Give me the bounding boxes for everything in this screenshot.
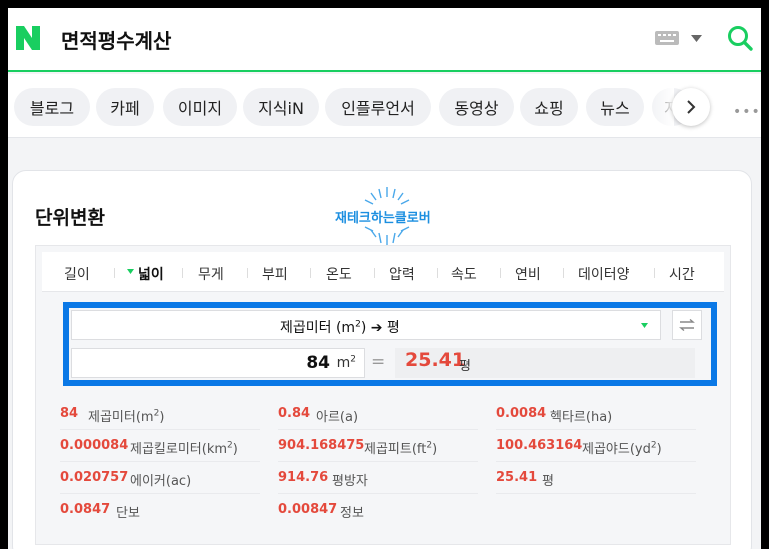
unit-tab-weight[interactable]: 무게 (198, 264, 224, 284)
result-value: 25.41 (405, 349, 466, 371)
conversion-results: 84 제곱미터(m2) 0.000084 제곱킬로미터(km2) 0.02075… (36, 392, 732, 544)
search-query[interactable]: 면적평수계산 (61, 25, 171, 54)
result-row: 0.0084 헥타르(ha) (496, 398, 696, 430)
result-row: 0.020757 에이커(ac) (60, 462, 260, 494)
divider (310, 268, 311, 278)
result-row-unit: 단보 (116, 506, 140, 521)
result-row: 0.000084 제곱킬로미터(km2) (60, 430, 260, 462)
result-row-value: 914.76 (278, 470, 329, 485)
result-output: 25.41 평 (395, 348, 695, 378)
divider (500, 268, 501, 278)
divider (563, 268, 564, 278)
unit-tab-area[interactable]: 넓이 (138, 264, 164, 284)
unit-tab-speed[interactable]: 속도 (451, 264, 477, 284)
unit-tab-pressure[interactable]: 압력 (389, 264, 415, 284)
value-input[interactable]: 84 m2 (71, 348, 365, 378)
search-icon[interactable] (726, 24, 754, 52)
result-row-unit: 아르(a) (316, 410, 359, 425)
input-unit: m2 (336, 354, 356, 371)
result-row-unit: 제곱미터(m2) (88, 408, 165, 425)
unit-category-tabs: 길이 넓이 무게 부피 온도 압력 속도 연비 데이터양 시간 (42, 252, 724, 292)
result-row: 25.41 평 (496, 462, 696, 494)
unit-tab-data[interactable]: 데이터양 (578, 264, 630, 284)
result-unit: 평 (459, 359, 471, 374)
result-row: 0.00847 정보 (278, 494, 478, 526)
tab-shopping[interactable]: 쇼핑 (520, 88, 578, 126)
input-value: 84 (306, 353, 330, 373)
result-row-value: 0.0084 (496, 406, 547, 421)
result-row-value: 25.41 (496, 470, 538, 485)
divider (654, 268, 655, 278)
result-row-unit: 제곱킬로미터(km2) (130, 440, 238, 457)
result-row-value: 84 (60, 406, 79, 421)
result-row-value: 0.020757 (60, 470, 129, 485)
more-icon[interactable]: ••• (733, 104, 761, 120)
naver-logo[interactable] (14, 24, 42, 52)
equals-sign: = (371, 352, 386, 372)
unit-tab-temperature[interactable]: 온도 (326, 264, 352, 284)
tab-kin[interactable]: 지식iN (243, 88, 319, 126)
tab-blog[interactable]: 블로그 (14, 88, 90, 126)
tabs-fade (648, 88, 674, 126)
converter-panel: 길이 넓이 무게 부피 온도 압력 속도 연비 데이터양 시간 제곱미터 (m2… (35, 245, 731, 545)
result-row-value: 100.463164 (496, 438, 583, 453)
search-tabs: 블로그 카페 이미지 지식iN 인플루언서 동영상 쇼핑 뉴스 지 (8, 74, 761, 138)
divider (182, 268, 183, 278)
tab-video[interactable]: 동영상 (439, 88, 514, 126)
unit-tab-volume[interactable]: 부피 (262, 264, 288, 284)
unit-tab-time[interactable]: 시간 (669, 264, 695, 284)
tab-image[interactable]: 이미지 (163, 88, 237, 126)
search-header: 면적평수계산 (8, 8, 761, 72)
active-tab-caret-icon (127, 269, 134, 274)
chevron-down-icon[interactable] (691, 35, 702, 42)
result-row: 100.463164 제곱야드(yd2) (496, 430, 696, 462)
swap-units-button[interactable] (672, 310, 702, 340)
tab-news[interactable]: 뉴스 (586, 88, 644, 126)
result-row-value: 0.84 (278, 406, 311, 421)
chevron-right-icon (687, 100, 696, 114)
divider (114, 268, 115, 278)
arrow-right-icon: ➔ (370, 320, 383, 336)
divider (374, 268, 375, 278)
result-row-value: 0.000084 (60, 438, 129, 453)
chevron-down-icon (641, 323, 648, 328)
result-row-unit: 제곱야드(yd2) (582, 440, 662, 457)
watermark-text: 재테크하는클로버 (335, 211, 431, 226)
result-row-unit: 헥타르(ha) (550, 410, 613, 425)
result-row-unit: 평방자 (332, 474, 368, 489)
page-frame: 면적평수계산 블로그 카페 이미지 지식iN 인플루언서 동영상 쇼핑 뉴스 지 (8, 8, 761, 549)
result-row: 0.84 아르(a) (278, 398, 478, 430)
unit-select[interactable]: 제곱미터 (m2) ➔ 평 (71, 310, 661, 340)
result-row-value: 0.0847 (60, 502, 111, 517)
unit-tab-length[interactable]: 길이 (64, 264, 90, 284)
conversion-highlight: 제곱미터 (m2) ➔ 평 84 m2 = 25.41 평 (63, 302, 717, 386)
unit-tab-fuel[interactable]: 연비 (515, 264, 541, 284)
unit-converter-card: 단위변환 재테크하는클로버 길이 넓이 무게 부피 온도 압력 속도 연비 데이… (12, 170, 752, 549)
divider (247, 268, 248, 278)
result-row: 84 제곱미터(m2) (60, 398, 260, 430)
unit-select-label: 제곱미터 (m2) ➔ 평 (280, 319, 400, 336)
tab-influencer[interactable]: 인플루언서 (325, 88, 431, 126)
swap-icon (679, 319, 695, 331)
result-row-value: 0.00847 (278, 502, 338, 517)
result-row: 914.76 평방자 (278, 462, 478, 494)
result-row-value: 904.168475 (278, 438, 365, 453)
result-row: 0.0847 단보 (60, 494, 260, 526)
result-row-unit: 평 (542, 474, 554, 489)
divider (437, 268, 438, 278)
keyboard-icon[interactable] (655, 31, 679, 45)
tabs-next-button[interactable] (672, 88, 710, 126)
result-row: 904.168475 제곱피트(ft2) (278, 430, 478, 462)
tab-cafe[interactable]: 카페 (96, 88, 154, 126)
result-row-unit: 제곱피트(ft2) (364, 440, 438, 457)
card-title: 단위변환 (35, 207, 105, 229)
result-row-unit: 정보 (340, 506, 364, 521)
result-row-unit: 에이커(ac) (130, 474, 192, 489)
